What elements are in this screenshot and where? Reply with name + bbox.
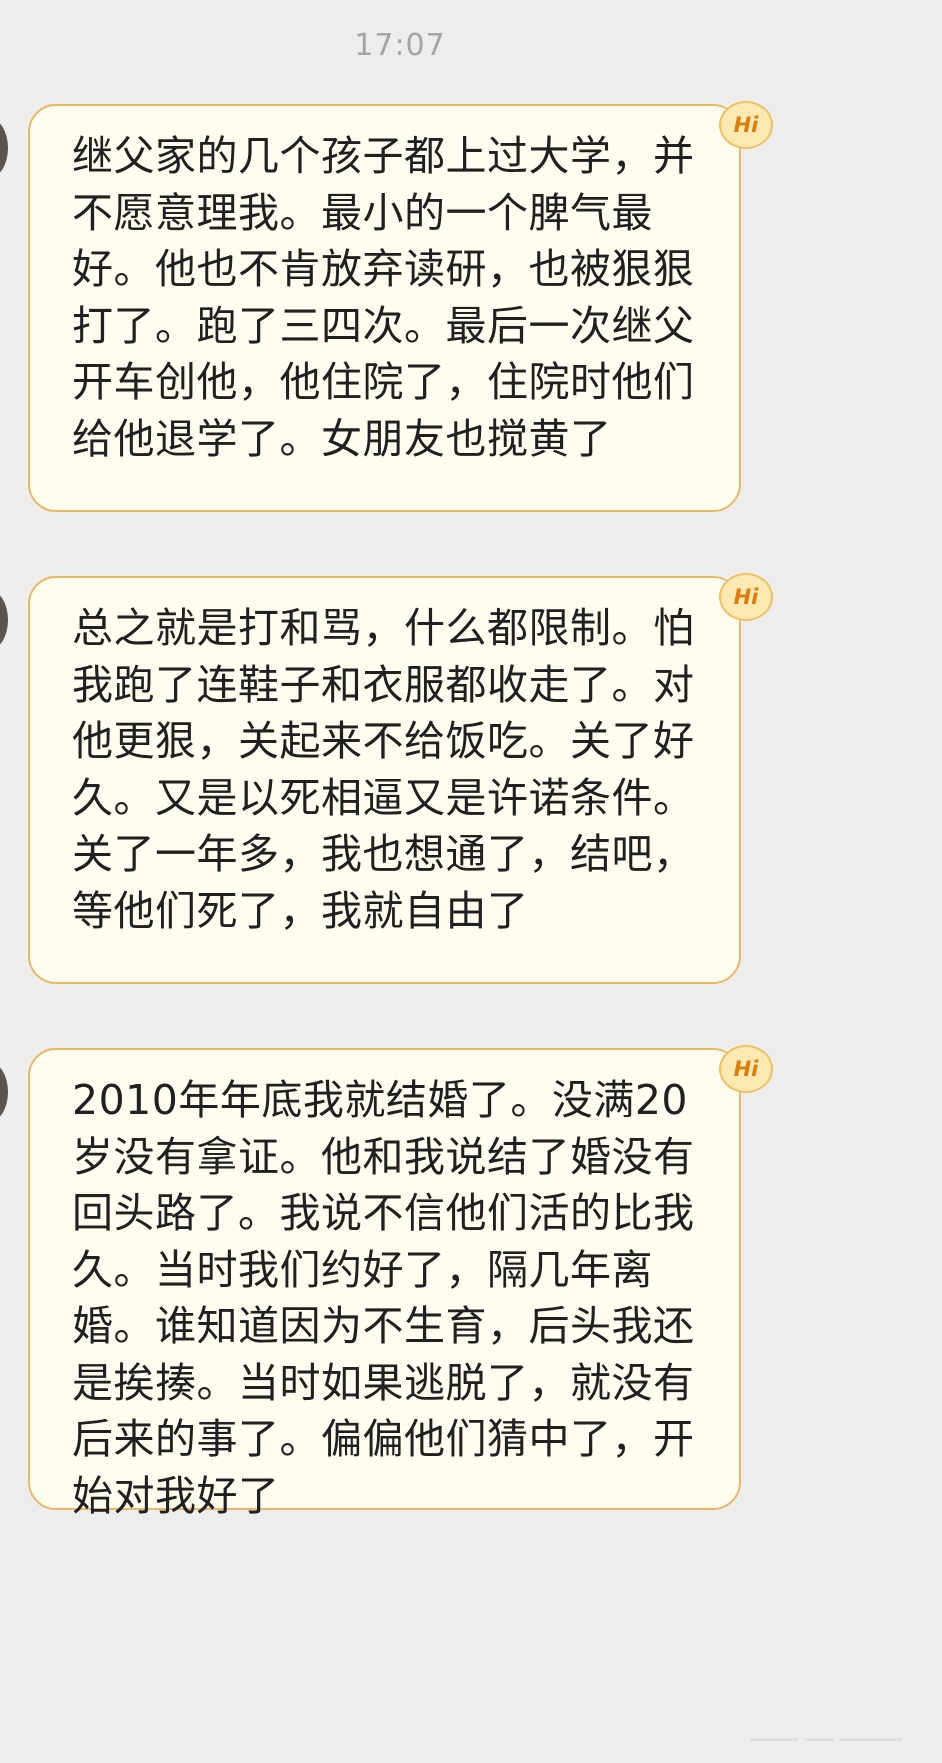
message-bubble[interactable]: 继父家的几个孩子都上过大学，并不愿意理我。最小的一个脾气最好。他也不肯放弃读研，… <box>28 104 741 512</box>
message-text: 总之就是打和骂，什么都限制。怕我跑了连鞋子和衣服都收走了。对他更狠，关起来不给饭… <box>72 604 695 935</box>
hi-badge-icon[interactable]: Hi <box>719 573 773 621</box>
watermark-mark <box>750 1729 920 1749</box>
hi-badge-icon[interactable]: Hi <box>719 101 773 149</box>
chat-timestamp: 17:07 <box>354 28 446 63</box>
message-bubble[interactable]: 2010年年底我就结婚了。没满20岁没有拿证。他和我说结了婚没有回头路了。我说不… <box>28 1048 741 1520</box>
sender-avatar[interactable] <box>0 118 8 178</box>
message-text: 继父家的几个孩子都上过大学，并不愿意理我。最小的一个脾气最好。他也不肯放弃读研，… <box>72 132 695 463</box>
sender-avatar[interactable] <box>0 1062 8 1122</box>
sender-avatar[interactable] <box>0 590 8 650</box>
message-text: 2010年年底我就结婚了。没满20岁没有拿证。他和我说结了婚没有回头路了。我说不… <box>72 1076 695 1520</box>
hi-badge-icon[interactable]: Hi <box>719 1045 773 1093</box>
message-bubble[interactable]: 总之就是打和骂，什么都限制。怕我跑了连鞋子和衣服都收走了。对他更狠，关起来不给饭… <box>28 576 741 984</box>
